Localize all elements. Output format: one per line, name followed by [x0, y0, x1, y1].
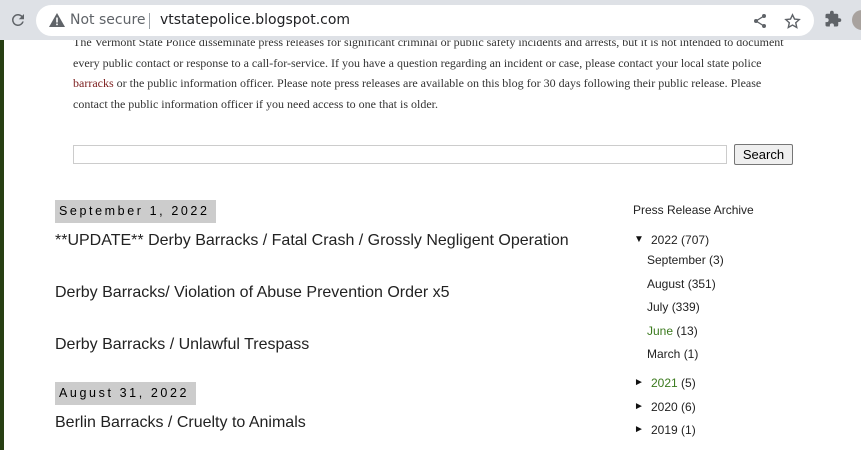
year-label[interactable]: 2022: [651, 233, 678, 247]
date-header-sep-1: September 1, 2022: [55, 200, 216, 223]
archive-title: Press Release Archive: [633, 203, 754, 217]
extensions-icon[interactable]: [824, 10, 844, 30]
year-count: (5): [681, 376, 696, 390]
post-title-abuse-prevention[interactable]: Derby Barracks/ Violation of Abuse Preve…: [55, 284, 450, 302]
reload-icon[interactable]: [4, 6, 32, 34]
month-count: (1): [683, 347, 699, 361]
post-title-fatal-crash[interactable]: **UPDATE** Derby Barracks / Fatal Crash …: [55, 232, 569, 250]
archive-year-2020[interactable]: 2020 (6): [651, 400, 696, 414]
year-label[interactable]: 2021: [651, 376, 678, 390]
page-left-border: [0, 40, 4, 450]
expand-triangle-icon[interactable]: ►: [634, 401, 646, 412]
month-label[interactable]: September: [647, 253, 706, 267]
post-title-cruelty-to-animals[interactable]: Berlin Barracks / Cruelty to Animals: [55, 414, 306, 432]
month-count: (351): [687, 277, 716, 291]
month-label[interactable]: March: [647, 347, 680, 361]
archive-month-august[interactable]: August (351): [647, 277, 716, 291]
search-input[interactable]: [73, 145, 727, 164]
intro-paragraph: The Vermont State Police disseminate pre…: [73, 40, 793, 114]
archive-month-march[interactable]: March (1): [647, 347, 698, 361]
month-label[interactable]: June: [647, 324, 673, 338]
profile-avatar[interactable]: [852, 10, 861, 30]
browser-toolbar: Not secure vtstatepolice.blogspot.com: [0, 0, 861, 40]
month-count: (3): [709, 253, 724, 267]
year-count: (6): [681, 400, 696, 414]
collapse-triangle-icon[interactable]: ▼: [634, 234, 646, 245]
address-bar[interactable]: Not secure vtstatepolice.blogspot.com: [36, 5, 814, 36]
expand-triangle-icon[interactable]: ►: [634, 424, 646, 435]
warning-icon[interactable]: [48, 12, 66, 28]
archive-year-2022[interactable]: 2022 (707): [651, 233, 709, 247]
blog-page: The Vermont State Police disseminate pre…: [0, 40, 861, 450]
intro-text-end: or the public information officer. Pleas…: [73, 76, 762, 111]
archive-month-july[interactable]: July (339): [647, 300, 700, 314]
search-button[interactable]: Search: [734, 144, 793, 165]
year-count: (1): [681, 423, 696, 437]
barracks-link[interactable]: barracks: [73, 76, 114, 90]
month-count: (13): [676, 324, 698, 338]
archive-month-june[interactable]: June (13): [647, 324, 698, 338]
archive-year-2021[interactable]: 2021 (5): [651, 376, 696, 390]
share-icon[interactable]: [750, 11, 770, 31]
date-header-aug-31: August 31, 2022: [55, 382, 196, 405]
omnibox-divider: [149, 13, 150, 29]
expand-triangle-icon[interactable]: ►: [634, 377, 646, 388]
archive-year-2019[interactable]: 2019 (1): [651, 423, 696, 437]
bookmark-star-icon[interactable]: [782, 11, 802, 31]
post-title-unlawful-trespass[interactable]: Derby Barracks / Unlawful Trespass: [55, 336, 309, 354]
month-count: (339): [671, 300, 700, 314]
month-label[interactable]: July: [647, 300, 668, 314]
intro-text-start: The Vermont State Police disseminate pre…: [73, 40, 784, 70]
url-text[interactable]: vtstatepolice.blogspot.com: [160, 12, 350, 28]
year-label[interactable]: 2020: [651, 400, 678, 414]
security-status[interactable]: Not secure: [70, 12, 146, 28]
year-label[interactable]: 2019: [651, 423, 678, 437]
year-count: (707): [681, 233, 710, 247]
archive-month-september[interactable]: September (3): [647, 253, 724, 267]
month-label[interactable]: August: [647, 277, 684, 291]
